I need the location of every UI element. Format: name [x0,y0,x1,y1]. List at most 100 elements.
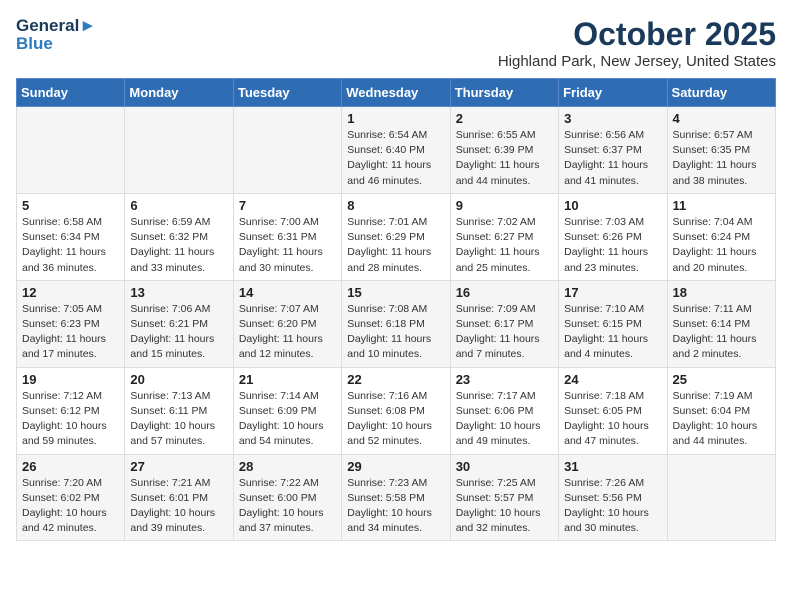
location: Highland Park, New Jersey, United States [498,53,776,70]
cell-content: Sunrise: 7:16 AM Sunset: 6:08 PM Dayligh… [347,389,445,450]
logo: General► Blue [16,16,96,53]
day-number: 22 [347,372,445,387]
day-number: 29 [347,459,445,474]
cell-content: Sunrise: 7:21 AM Sunset: 6:01 PM Dayligh… [130,476,228,537]
calendar-cell: 3Sunrise: 6:56 AM Sunset: 6:37 PM Daylig… [559,107,667,194]
cell-content: Sunrise: 7:05 AM Sunset: 6:23 PM Dayligh… [22,302,120,363]
calendar-cell: 16Sunrise: 7:09 AM Sunset: 6:17 PM Dayli… [450,280,558,367]
calendar-cell: 27 Sunrise: 7:21 AM Sunset: 6:01 PM Dayli… [125,454,233,541]
day-number: 27 [130,459,228,474]
calendar-cell: 5 Sunrise: 6:58 AM Sunset: 6:34 PM Daylig… [17,193,125,280]
cell-content: Sunrise: 7:20 AM Sunset: 6:02 PM Dayligh… [22,476,120,537]
calendar-cell: 10 Sunrise: 7:03 AM Sunset: 6:26 PM Dayli… [559,193,667,280]
calendar-cell: 6 Sunrise: 6:59 AM Sunset: 6:32 PM Daylig… [125,193,233,280]
day-number: 9 [456,198,554,213]
calendar-cell: 14 Sunrise: 7:07 AM Sunset: 6:20 PM Dayli… [233,280,341,367]
day-number: 21 [239,372,337,387]
cell-content: Sunrise: 7:10 AM Sunset: 6:15 PM Dayligh… [564,302,662,363]
day-number: 31 [564,459,662,474]
cell-content: Sunrise: 6:58 AM Sunset: 6:34 PM Dayligh… [22,215,120,276]
cell-content: Sunrise: 7:18 AM Sunset: 6:05 PM Dayligh… [564,389,662,450]
calendar-cell: 31 Sunrise: 7:26 AM Sunset: 5:56 PM Dayli… [559,454,667,541]
day-number: 30 [456,459,554,474]
calendar-cell: 18 Sunrise: 7:11 AM Sunset: 6:14 PM Dayli… [667,280,775,367]
header-wednesday: Wednesday [342,79,450,107]
day-number: 5 [22,198,120,213]
cell-content: Sunrise: 7:13 AM Sunset: 6:11 PM Dayligh… [130,389,228,450]
day-number: 2 [456,111,554,126]
header-tuesday: Tuesday [233,79,341,107]
header-thursday: Thursday [450,79,558,107]
calendar-cell: 7 Sunrise: 7:00 AM Sunset: 6:31 PM Daylig… [233,193,341,280]
cell-content: Sunrise: 7:06 AM Sunset: 6:21 PM Dayligh… [130,302,228,363]
day-number: 16 [456,285,554,300]
calendar-header-row: SundayMondayTuesdayWednesdayThursdayFrid… [17,79,776,107]
calendar-cell: 23 Sunrise: 7:17 AM Sunset: 6:06 PM Dayli… [450,367,558,454]
day-number: 28 [239,459,337,474]
day-number: 23 [456,372,554,387]
header-friday: Friday [559,79,667,107]
cell-content: Sunrise: 7:01 AM Sunset: 6:29 PM Dayligh… [347,215,445,276]
cell-content: Sunrise: 7:02 AM Sunset: 6:27 PM Dayligh… [456,215,554,276]
calendar-cell: 11 Sunrise: 7:04 AM Sunset: 6:24 PM Dayli… [667,193,775,280]
day-number: 11 [673,198,771,213]
cell-content: Sunrise: 7:19 AM Sunset: 6:04 PM Dayligh… [673,389,771,450]
header-monday: Monday [125,79,233,107]
day-number: 24 [564,372,662,387]
calendar-cell: 19Sunrise: 7:12 AM Sunset: 6:12 PM Dayli… [17,367,125,454]
logo-subtext: Blue [16,34,96,54]
calendar-cell [17,107,125,194]
cell-content: Sunrise: 6:54 AM Sunset: 6:40 PM Dayligh… [347,128,445,189]
cell-content: Sunrise: 7:12 AM Sunset: 6:12 PM Dayligh… [22,389,120,450]
calendar-cell: 28 Sunrise: 7:22 AM Sunset: 6:00 PM Dayli… [233,454,341,541]
calendar-cell [667,454,775,541]
cell-content: Sunrise: 6:59 AM Sunset: 6:32 PM Dayligh… [130,215,228,276]
day-number: 26 [22,459,120,474]
calendar-cell: 4Sunrise: 6:57 AM Sunset: 6:35 PM Daylig… [667,107,775,194]
page-header: General► Blue October 2025 Highland Park… [16,16,776,70]
calendar-cell: 12 Sunrise: 7:05 AM Sunset: 6:23 PM Dayli… [17,280,125,367]
day-number: 15 [347,285,445,300]
header-sunday: Sunday [17,79,125,107]
cell-content: Sunrise: 7:07 AM Sunset: 6:20 PM Dayligh… [239,302,337,363]
calendar-table: SundayMondayTuesdayWednesdayThursdayFrid… [16,78,776,541]
cell-content: Sunrise: 7:11 AM Sunset: 6:14 PM Dayligh… [673,302,771,363]
day-number: 25 [673,372,771,387]
cell-content: Sunrise: 7:08 AM Sunset: 6:18 PM Dayligh… [347,302,445,363]
calendar-cell: 20 Sunrise: 7:13 AM Sunset: 6:11 PM Dayli… [125,367,233,454]
cell-content: Sunrise: 6:56 AM Sunset: 6:37 PM Dayligh… [564,128,662,189]
cell-content: Sunrise: 7:22 AM Sunset: 6:00 PM Dayligh… [239,476,337,537]
calendar-week-2: 5 Sunrise: 6:58 AM Sunset: 6:34 PM Daylig… [17,193,776,280]
calendar-cell: 26 Sunrise: 7:20 AM Sunset: 6:02 PM Dayli… [17,454,125,541]
header-saturday: Saturday [667,79,775,107]
calendar-cell: 13Sunrise: 7:06 AM Sunset: 6:21 PM Dayli… [125,280,233,367]
calendar-cell: 2Sunrise: 6:55 AM Sunset: 6:39 PM Daylig… [450,107,558,194]
calendar-cell: 21 Sunrise: 7:14 AM Sunset: 6:09 PM Dayli… [233,367,341,454]
day-number: 18 [673,285,771,300]
calendar-cell: 8 Sunrise: 7:01 AM Sunset: 6:29 PM Daylig… [342,193,450,280]
calendar-week-3: 12 Sunrise: 7:05 AM Sunset: 6:23 PM Dayli… [17,280,776,367]
cell-content: Sunrise: 7:17 AM Sunset: 6:06 PM Dayligh… [456,389,554,450]
day-number: 20 [130,372,228,387]
calendar-cell [233,107,341,194]
day-number: 12 [22,285,120,300]
cell-content: Sunrise: 7:00 AM Sunset: 6:31 PM Dayligh… [239,215,337,276]
cell-content: Sunrise: 7:23 AM Sunset: 5:58 PM Dayligh… [347,476,445,537]
day-number: 14 [239,285,337,300]
calendar-cell: 29 Sunrise: 7:23 AM Sunset: 5:58 PM Dayli… [342,454,450,541]
day-number: 10 [564,198,662,213]
month-title: October 2025 [498,16,776,53]
title-block: October 2025 Highland Park, New Jersey, … [498,16,776,70]
day-number: 4 [673,111,771,126]
cell-content: Sunrise: 7:14 AM Sunset: 6:09 PM Dayligh… [239,389,337,450]
cell-content: Sunrise: 7:04 AM Sunset: 6:24 PM Dayligh… [673,215,771,276]
calendar-cell: 30Sunrise: 7:25 AM Sunset: 5:57 PM Dayli… [450,454,558,541]
calendar-cell: 24 Sunrise: 7:18 AM Sunset: 6:05 PM Dayli… [559,367,667,454]
day-number: 8 [347,198,445,213]
cell-content: Sunrise: 7:26 AM Sunset: 5:56 PM Dayligh… [564,476,662,537]
calendar-cell: 25 Sunrise: 7:19 AM Sunset: 6:04 PM Dayli… [667,367,775,454]
day-number: 7 [239,198,337,213]
day-number: 6 [130,198,228,213]
cell-content: Sunrise: 7:03 AM Sunset: 6:26 PM Dayligh… [564,215,662,276]
calendar-cell: 15 Sunrise: 7:08 AM Sunset: 6:18 PM Dayli… [342,280,450,367]
